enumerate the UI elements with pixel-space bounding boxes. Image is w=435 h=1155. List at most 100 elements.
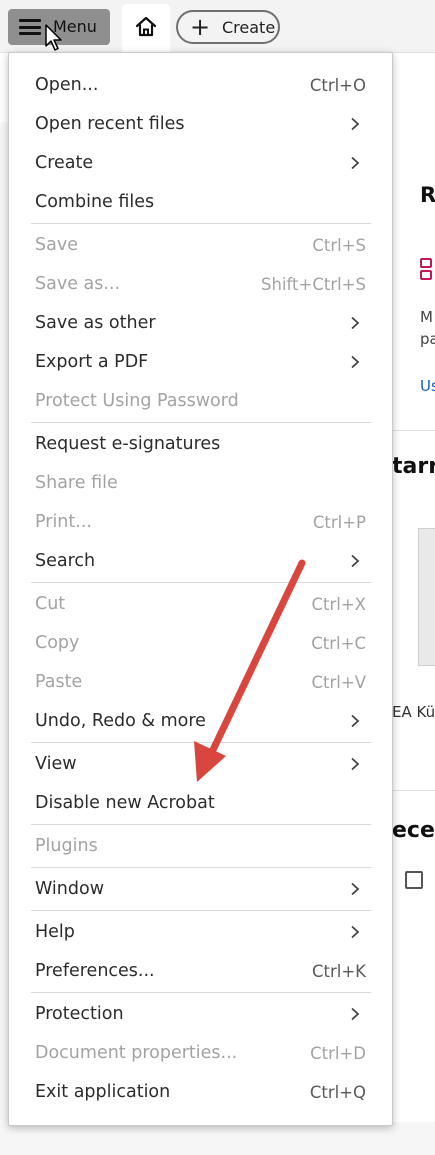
menu-item-shortcut: Ctrl+K <box>311 962 366 981</box>
menu-item-label: Copy <box>35 633 80 653</box>
menu-separator <box>31 223 371 224</box>
menu-item-label: Save as other <box>35 313 156 333</box>
home-tab[interactable] <box>122 4 170 52</box>
menu-item-shortcut: Ctrl+O <box>309 76 366 95</box>
main-menu-dropdown: Open... Ctrl+O Open recent files Create … <box>8 52 393 1126</box>
file-thumbnail[interactable] <box>418 528 435 666</box>
menu-item-label: Undo, Redo & more <box>35 711 206 731</box>
menu-item-share-file: Share file <box>9 464 392 503</box>
plus-icon: + <box>190 13 211 41</box>
menu-item-label: Print... <box>35 512 92 532</box>
menu-separator <box>31 422 371 423</box>
menu-item-label: Create <box>35 153 94 173</box>
menu-item-print: Print... Ctrl+P <box>9 503 392 542</box>
menu-separator <box>31 742 371 743</box>
menu-item-exit-application[interactable]: Exit application Ctrl+Q <box>9 1073 392 1112</box>
menu-item-shortcut: Ctrl+Q <box>309 1083 366 1102</box>
menu-item-label: Protect Using Password <box>35 391 239 411</box>
chevron-right-icon <box>351 355 360 369</box>
chevron-right-icon <box>351 554 360 568</box>
chevron-right-icon <box>351 882 360 896</box>
menu-item-open[interactable]: Open... Ctrl+O <box>9 66 392 105</box>
menu-item-label: Paste <box>35 672 83 692</box>
menu-item-label: Document properties... <box>35 1043 238 1063</box>
menu-item-label: Share file <box>35 473 118 493</box>
chevron-right-icon <box>351 156 360 170</box>
menu-item-paste: Paste Ctrl+V <box>9 663 392 702</box>
create-button[interactable]: + Create <box>176 10 280 44</box>
menu-item-label: Open... <box>35 75 99 95</box>
menu-item-preferences[interactable]: Preferences... Ctrl+K <box>9 952 392 991</box>
chevron-right-icon <box>351 1007 360 1021</box>
menu-item-save: Save Ctrl+S <box>9 226 392 265</box>
menu-separator <box>31 867 371 868</box>
select-all-checkbox[interactable] <box>405 871 423 889</box>
menu-item-shortcut: Ctrl+X <box>311 595 367 614</box>
hamburger-icon <box>19 19 41 35</box>
starred-heading: tarre <box>392 454 435 479</box>
menu-item-label: Combine files <box>35 192 155 212</box>
menu-item-combine-files[interactable]: Combine files <box>9 183 392 222</box>
chevron-right-icon <box>351 316 360 330</box>
menu-item-shortcut: Ctrl+S <box>312 236 366 255</box>
menu-item-create[interactable]: Create <box>9 144 392 183</box>
menu-separator <box>31 824 371 825</box>
menu-item-plugins: Plugins <box>9 827 392 866</box>
menu-item-label: Protection <box>35 1004 124 1024</box>
menu-item-export-a-pdf[interactable]: Export a PDF <box>9 343 392 382</box>
menu-item-label: View <box>35 754 77 774</box>
panel-divider <box>392 430 435 431</box>
menu-item-label: Exit application <box>35 1082 171 1102</box>
menu-item-save-as: Save as... Shift+Ctrl+S <box>9 265 392 304</box>
menu-item-shortcut: Ctrl+V <box>311 673 366 692</box>
chevron-right-icon <box>351 117 360 131</box>
tool-icon <box>420 258 434 286</box>
chevron-right-icon <box>351 925 360 939</box>
recent-heading: ecen <box>392 818 435 843</box>
menu-item-label: Request e-signatures <box>35 434 221 454</box>
menu-item-search[interactable]: Search <box>9 542 392 581</box>
menu-item-label: Export a PDF <box>35 352 149 372</box>
tool-description: pa <box>420 330 435 348</box>
menu-item-label: Save <box>35 235 78 255</box>
menu-separator <box>31 992 371 993</box>
menu-item-label: Save as... <box>35 274 121 294</box>
menu-item-shortcut: Ctrl+P <box>312 513 366 532</box>
pointer-cursor-icon <box>45 24 62 51</box>
menu-item-cut: Cut Ctrl+X <box>9 585 392 624</box>
menu-item-label: Plugins <box>35 836 98 856</box>
home-icon <box>135 16 157 37</box>
create-button-label: Create <box>222 18 276 37</box>
menu-item-view[interactable]: View <box>9 745 392 784</box>
menu-item-shortcut: Ctrl+D <box>310 1044 366 1063</box>
menu-separator <box>31 582 371 583</box>
chevron-right-icon <box>351 757 360 771</box>
panel-divider <box>392 790 435 791</box>
menu-item-disable-new-acrobat[interactable]: Disable new Acrobat <box>9 784 392 823</box>
top-toolbar: Menu + Create <box>0 0 435 53</box>
menu-item-request-e-signatures[interactable]: Request e-signatures <box>9 425 392 464</box>
menu-item-help[interactable]: Help <box>9 913 392 952</box>
chevron-right-icon <box>351 714 360 728</box>
menu-item-shortcut: Ctrl+C <box>311 634 366 653</box>
menu-item-document-properties: Document properties... Ctrl+D <box>9 1034 392 1073</box>
menu-item-label: Cut <box>35 594 66 614</box>
menu-item-copy: Copy Ctrl+C <box>9 624 392 663</box>
menu-separator <box>31 910 371 911</box>
recommended-heading: R <box>420 183 435 207</box>
menu-item-window[interactable]: Window <box>9 870 392 909</box>
tool-description: M <box>420 308 433 326</box>
menu-item-label: Help <box>35 922 75 942</box>
menu-item-protection[interactable]: Protection <box>9 995 392 1034</box>
menu-item-save-as-other[interactable]: Save as other <box>9 304 392 343</box>
menu-item-undo-redo-more[interactable]: Undo, Redo & more <box>9 702 392 741</box>
menu-item-label: Preferences... <box>35 961 155 981</box>
tool-link[interactable]: Us <box>420 377 435 395</box>
menu-item-protect-using-password: Protect Using Password <box>9 382 392 421</box>
menu-item-open-recent-files[interactable]: Open recent files <box>9 105 392 144</box>
menu-item-label: Search <box>35 551 96 571</box>
file-name[interactable]: EA Kü <box>392 703 435 721</box>
menu-item-label: Window <box>35 879 105 899</box>
menu-item-shortcut: Shift+Ctrl+S <box>261 275 366 294</box>
menu-item-label: Open recent files <box>35 114 185 134</box>
